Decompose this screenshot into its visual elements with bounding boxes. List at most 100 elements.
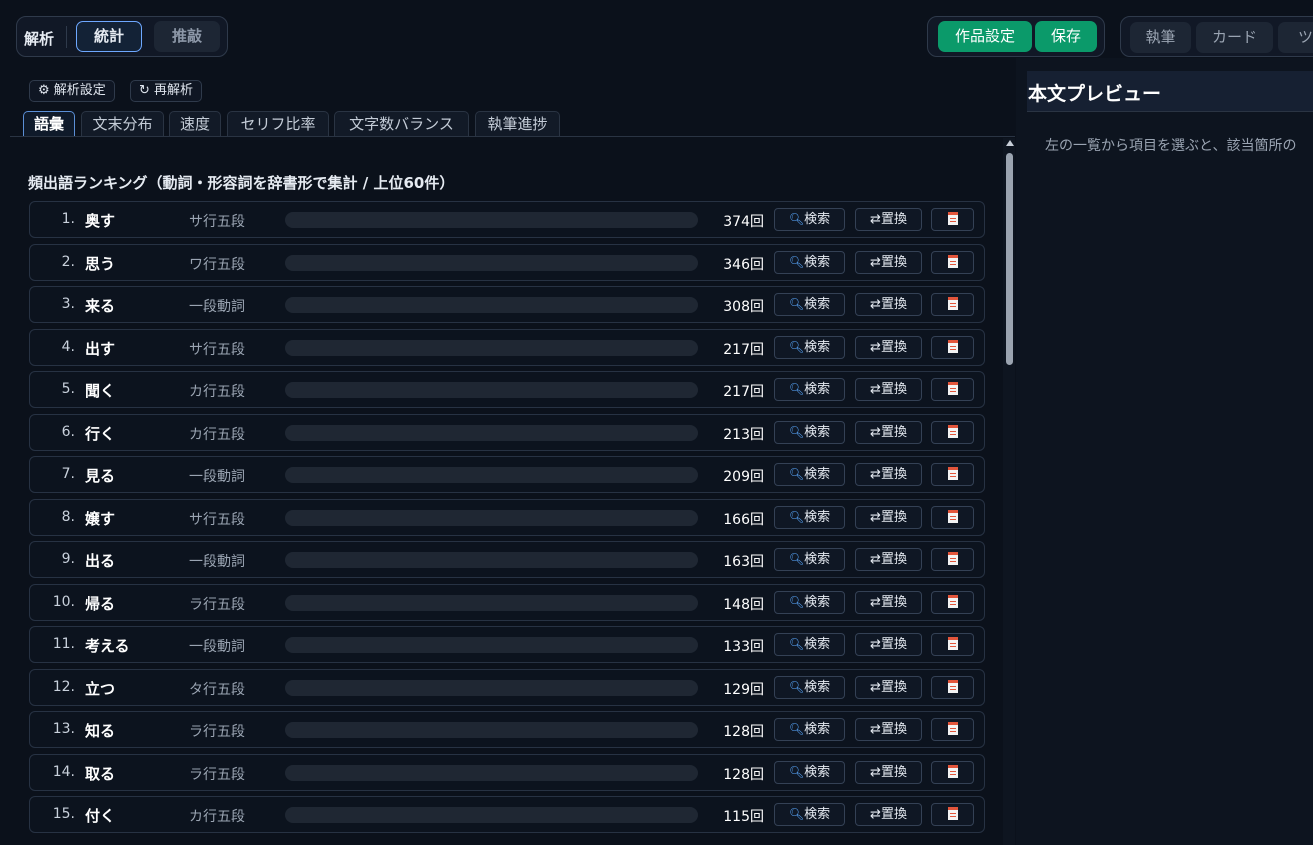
tab-speed[interactable]: 速度: [169, 111, 221, 136]
document-icon: [947, 424, 958, 438]
work-settings-button[interactable]: 作品設定: [938, 21, 1032, 52]
ranking-row[interactable]: 14. 取る ラ行五段 128回 🔍︎検索 ⇄置換: [29, 753, 985, 791]
ranking-row[interactable]: 15. 付く カ行五段 115回 🔍︎検索 ⇄置換: [29, 796, 985, 833]
search-button[interactable]: 🔍︎検索: [774, 463, 845, 486]
document-button[interactable]: [931, 505, 974, 529]
search-button[interactable]: 🔍︎検索: [774, 803, 845, 826]
replace-button[interactable]: ⇄置換: [855, 590, 922, 614]
replace-button[interactable]: ⇄置換: [855, 208, 922, 231]
document-button[interactable]: [931, 548, 974, 571]
search-button[interactable]: 🔍︎検索: [774, 633, 845, 656]
document-button[interactable]: [931, 293, 974, 316]
nav-tab-cards[interactable]: カード: [1196, 22, 1273, 53]
document-button[interactable]: [931, 633, 974, 656]
tab-writing-progress[interactable]: 執筆進捗: [475, 111, 560, 136]
document-icon: [947, 339, 958, 353]
tab-vocabulary[interactable]: 語彙: [23, 111, 75, 136]
tab-revise[interactable]: 推敲: [154, 21, 220, 52]
frequency-bar: [285, 339, 698, 356]
word: 嬢す: [85, 509, 116, 528]
analysis-settings-button[interactable]: ⚙ 解析設定: [29, 80, 115, 102]
ranking-row[interactable]: 2. 思う ワ行五段 346回 🔍︎検索 ⇄置換: [29, 243, 985, 281]
search-button[interactable]: 🔍︎検索: [774, 760, 845, 784]
document-icon: [947, 679, 958, 693]
document-button[interactable]: [931, 590, 974, 614]
search-button-label: 検索: [804, 467, 831, 482]
replace-button[interactable]: ⇄置換: [855, 293, 922, 316]
count: 128回: [723, 724, 764, 740]
search-button[interactable]: 🔍︎検索: [774, 718, 845, 741]
document-button[interactable]: [931, 803, 974, 826]
search-button[interactable]: 🔍︎検索: [774, 208, 845, 231]
document-button[interactable]: [931, 378, 974, 401]
document-button[interactable]: [931, 335, 974, 359]
nav-tab-writing[interactable]: 執筆: [1130, 22, 1191, 53]
search-button[interactable]: 🔍︎検索: [774, 250, 845, 274]
ranking-row[interactable]: 7. 見る 一段動詞 209回 🔍︎検索 ⇄置換: [29, 456, 985, 493]
replace-button[interactable]: ⇄置換: [855, 760, 922, 784]
search-icon: 🔍︎: [788, 807, 805, 821]
save-button[interactable]: 保存: [1035, 21, 1097, 52]
frequency-bar: [285, 679, 698, 696]
ranking-row[interactable]: 11. 考える 一段動詞 133回 🔍︎検索 ⇄置換: [29, 626, 985, 663]
view-nav-group: 執筆 カード ツー: [1120, 16, 1313, 57]
replace-button[interactable]: ⇄置換: [855, 420, 922, 444]
rank-number: 4.: [61, 338, 75, 355]
part-of-speech: カ行五段: [189, 809, 245, 825]
search-button[interactable]: 🔍︎検索: [774, 293, 845, 316]
replace-button[interactable]: ⇄置換: [855, 548, 922, 571]
tab-sentence-ending[interactable]: 文末分布: [81, 111, 164, 136]
ranking-row[interactable]: 9. 出る 一段動詞 163回 🔍︎検索 ⇄置換: [29, 541, 985, 578]
replace-button[interactable]: ⇄置換: [855, 378, 922, 401]
ranking-row[interactable]: 12. 立つ タ行五段 129回 🔍︎検索 ⇄置換: [29, 668, 985, 706]
search-button[interactable]: 🔍︎検索: [774, 548, 845, 571]
ranking-row[interactable]: 6. 行く カ行五段 213回 🔍︎検索 ⇄置換: [29, 413, 985, 451]
search-button[interactable]: 🔍︎検索: [774, 675, 845, 699]
ranking-row[interactable]: 1. 奥す サ行五段 374回 🔍︎検索 ⇄置換: [29, 201, 985, 238]
word: 出る: [85, 552, 116, 570]
nav-tab-tools[interactable]: ツー: [1278, 22, 1313, 53]
ranking-row[interactable]: 4. 出す サ行五段 217回 🔍︎検索 ⇄置換: [29, 328, 985, 366]
ranking-row[interactable]: 10. 帰る ラ行五段 148回 🔍︎検索 ⇄置換: [29, 583, 985, 621]
scroll-up-arrow-icon[interactable]: [1006, 140, 1014, 146]
replace-button[interactable]: ⇄置換: [855, 675, 922, 699]
search-button[interactable]: 🔍︎検索: [774, 505, 845, 529]
search-button[interactable]: 🔍︎検索: [774, 378, 845, 401]
document-button[interactable]: [931, 420, 974, 444]
replace-button[interactable]: ⇄置換: [855, 505, 922, 529]
tab-char-balance[interactable]: 文字数バランス: [334, 111, 469, 136]
search-icon: 🔍︎: [788, 212, 805, 226]
document-button[interactable]: [931, 760, 974, 784]
tab-stats[interactable]: 統計: [76, 21, 142, 52]
scrollbar-thumb[interactable]: [1006, 153, 1013, 365]
document-icon: [947, 552, 958, 565]
replace-button[interactable]: ⇄置換: [855, 718, 922, 741]
count: 217回: [723, 341, 764, 358]
search-button[interactable]: 🔍︎検索: [774, 420, 845, 444]
replace-button[interactable]: ⇄置換: [855, 633, 922, 656]
reanalyze-button[interactable]: ↻ 再解析: [130, 80, 203, 102]
ranking-row[interactable]: 5. 聞く カ行五段 217回 🔍︎検索 ⇄置換: [29, 371, 985, 408]
rank-number: 9.: [61, 551, 75, 567]
ranking-row[interactable]: 13. 知る ラ行五段 128回 🔍︎検索 ⇄置換: [29, 711, 985, 748]
rank-number: 3.: [61, 296, 75, 312]
document-button[interactable]: [931, 718, 974, 741]
ranking-row[interactable]: 3. 来る 一段動詞 308回 🔍︎検索 ⇄置換: [29, 286, 985, 323]
tab-dialogue-ratio[interactable]: セリフ比率: [227, 111, 329, 136]
count: 128回: [723, 766, 764, 783]
document-button[interactable]: [931, 675, 974, 699]
search-button[interactable]: 🔍︎検索: [774, 335, 845, 359]
ranking-row[interactable]: 8. 嬢す サ行五段 166回 🔍︎検索 ⇄置換: [29, 498, 985, 536]
document-button[interactable]: [931, 208, 974, 231]
document-button[interactable]: [931, 463, 974, 486]
part-of-speech: 一段動詞: [189, 469, 245, 485]
replace-button[interactable]: ⇄置換: [855, 335, 922, 359]
replace-button[interactable]: ⇄置換: [855, 803, 922, 826]
frequency-bar: [285, 764, 698, 781]
rank-number: 15.: [52, 806, 75, 822]
count: 133回: [723, 639, 764, 655]
search-button[interactable]: 🔍︎検索: [774, 590, 845, 614]
replace-button[interactable]: ⇄置換: [855, 250, 922, 274]
replace-button[interactable]: ⇄置換: [855, 463, 922, 486]
document-button[interactable]: [931, 250, 974, 274]
